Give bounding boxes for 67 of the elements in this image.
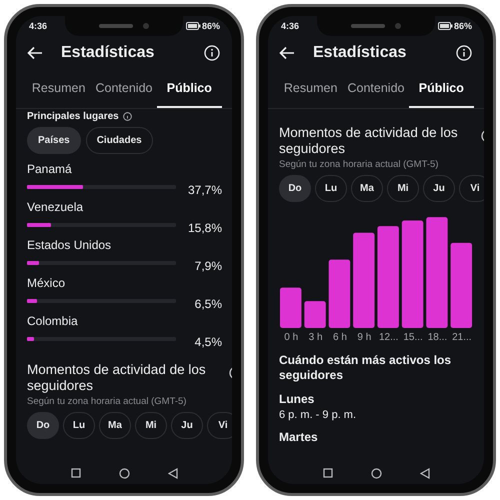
battery-level: 86% [454,21,472,31]
subtitle: Según tu zona horaria actual (GMT-5) [279,159,440,170]
day-name: Martes [279,429,319,445]
back-arrow-icon[interactable] [27,46,43,60]
back-icon[interactable] [420,468,430,478]
percentage: 4,5% [194,335,222,349]
section-title: Cuándo están más activos los seguidores [279,353,452,383]
tab[interactable]: Contenido [91,72,157,108]
country-name: Colombia [27,314,79,329]
day-chip[interactable]: Vi [459,175,484,202]
hour-label: 3 h [308,332,324,343]
day-chip[interactable]: Ma [99,412,131,439]
percentage: 7,9% [194,259,222,273]
hour-label: 12... [378,332,400,343]
day-chip[interactable]: Vi [207,412,232,439]
filter-chip[interactable]: Ciudades [86,127,153,154]
day-chip[interactable]: Ju [171,412,203,439]
screen-title: Estadísticas [61,44,156,62]
hour-label: 9 h [356,332,372,343]
back-icon[interactable] [168,468,178,478]
activity-bar [328,260,350,328]
country-name: Panamá [27,162,73,177]
screen-title: Estadísticas [313,44,408,62]
hour-label: 6 h [332,332,348,343]
time-range: 6 p. m. - 9 p. m. [279,408,358,423]
back-arrow-icon[interactable] [279,46,295,60]
activity-bar [304,301,326,328]
battery-level: 86% [202,21,220,31]
tab[interactable]: Resumen [26,72,92,108]
day-chip[interactable]: Do [279,175,311,202]
battery-icon [186,22,201,30]
hour-label: 21... [451,332,473,343]
recents-icon[interactable] [322,468,332,478]
section-title: Momentos de actividad de los seguidores [279,125,459,157]
country-name: Venezuela [27,200,84,215]
day-chip[interactable]: Lu [63,412,95,439]
tab[interactable]: Público [156,72,222,108]
hour-label: 18... [426,332,448,343]
day-chip[interactable]: Mi [135,412,167,439]
day-chip[interactable]: Ma [351,175,383,202]
day-name: Lunes [279,391,316,407]
percentage: 15,8% [186,221,222,235]
status-time: 4:36 [281,21,300,31]
info-icon[interactable] [122,112,132,121]
section-title: Principales lugares [27,111,119,122]
filter-chip[interactable]: Países [27,127,81,154]
country-name: Estados Unidos [27,238,112,253]
country-name: México [27,276,66,291]
percentage: 6,5% [194,297,222,311]
tab[interactable]: Resumen [278,72,344,108]
activity-bar [280,288,302,328]
day-chip[interactable]: Ju [423,175,455,202]
tab[interactable]: Público [408,72,474,108]
section-title: Momentos de actividad de los seguidores [27,362,207,394]
recents-icon[interactable] [70,468,80,478]
subtitle: Según tu zona horaria actual (GMT-5) [27,396,188,407]
percentage: 37,7% [186,183,222,197]
battery-icon [438,22,453,30]
day-chip[interactable]: Lu [315,175,347,202]
hour-label: 15... [402,332,424,343]
hour-label: 0 h [283,332,300,343]
day-chip[interactable]: Mi [387,175,419,202]
day-chip[interactable]: Do [27,412,59,439]
status-time: 4:36 [29,21,48,31]
home-icon[interactable] [370,468,382,478]
home-icon[interactable] [118,468,130,478]
tab[interactable]: Contenido [343,72,409,108]
